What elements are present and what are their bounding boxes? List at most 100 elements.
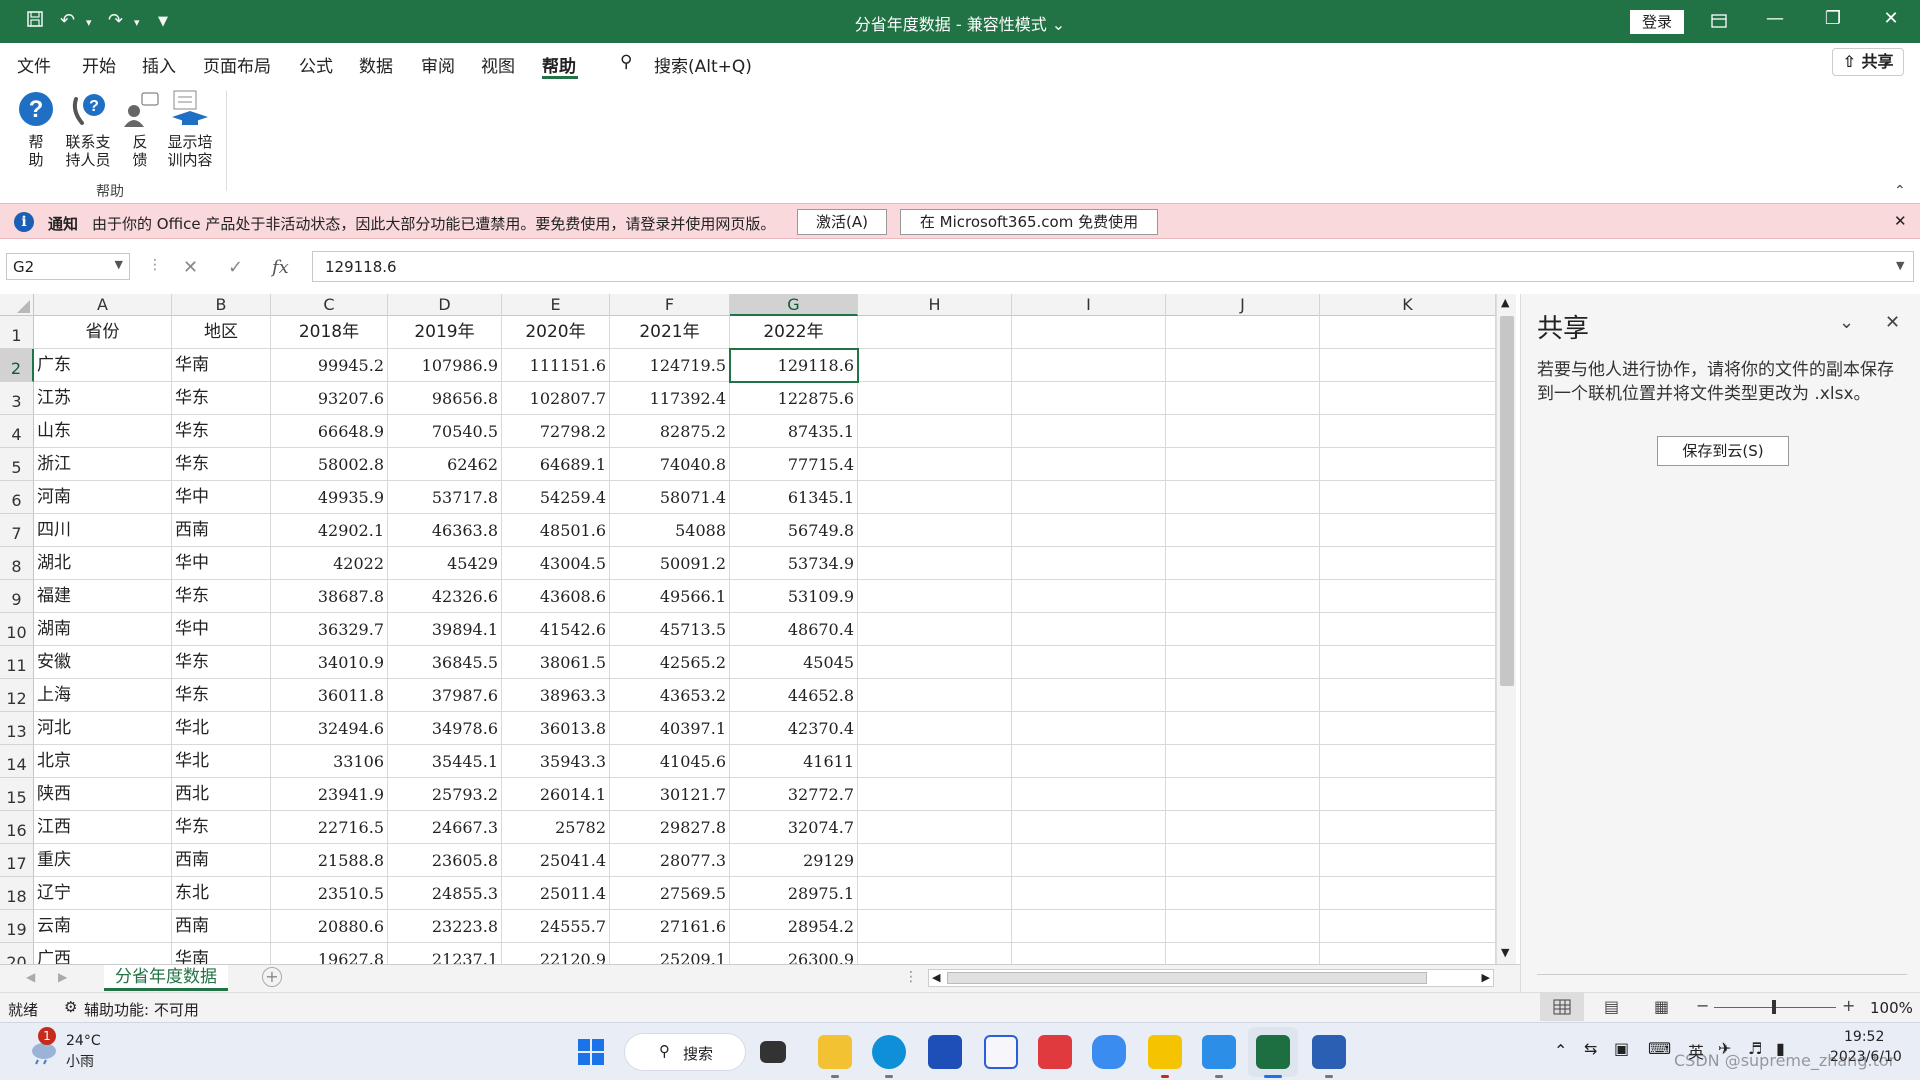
row-header-14[interactable]: 14: [0, 745, 34, 778]
tray-transfer-icon[interactable]: ⇆: [1584, 1039, 1597, 1058]
data-cell[interactable]: [1166, 910, 1320, 943]
data-cell[interactable]: 38687.8: [271, 580, 388, 613]
header-cell[interactable]: [1320, 316, 1496, 349]
data-cell[interactable]: [858, 811, 1012, 844]
data-cell[interactable]: 湖北: [34, 547, 172, 580]
data-cell[interactable]: 99945.2: [271, 349, 388, 382]
data-cell[interactable]: 28954.2: [730, 910, 858, 943]
data-cell[interactable]: [858, 646, 1012, 679]
data-cell[interactable]: 西南: [172, 514, 271, 547]
data-cell[interactable]: 北京: [34, 745, 172, 778]
data-cell[interactable]: 四川: [34, 514, 172, 547]
help-button[interactable]: ? 帮助: [14, 89, 58, 169]
tab-split-icon[interactable]: ⋮: [904, 969, 918, 985]
data-cell[interactable]: 27161.6: [610, 910, 730, 943]
data-cell[interactable]: 25209.1: [610, 943, 730, 964]
data-cell[interactable]: [1320, 811, 1496, 844]
feedback-button[interactable]: 反馈: [118, 89, 162, 169]
data-cell[interactable]: [1166, 415, 1320, 448]
row-header-17[interactable]: 17: [0, 844, 34, 877]
data-cell[interactable]: 22120.9: [502, 943, 610, 964]
free-use-button[interactable]: 在 Microsoft365.com 免费使用: [900, 209, 1158, 235]
data-cell[interactable]: 49935.9: [271, 481, 388, 514]
data-cell[interactable]: 62462: [388, 448, 502, 481]
taskbar-search[interactable]: ⚲ 搜索: [624, 1033, 746, 1071]
data-cell[interactable]: 30121.7: [610, 778, 730, 811]
keyboard-icon[interactable]: ⌨: [1648, 1039, 1671, 1058]
mail-app-icon[interactable]: [984, 1035, 1018, 1069]
data-cell[interactable]: 36011.8: [271, 679, 388, 712]
scroll-right-icon[interactable]: ▶: [1482, 971, 1490, 984]
tab-file[interactable]: 文件: [17, 52, 51, 77]
data-cell[interactable]: [1320, 844, 1496, 877]
data-cell[interactable]: [1320, 943, 1496, 964]
data-cell[interactable]: 华东: [172, 580, 271, 613]
data-cell[interactable]: 华东: [172, 448, 271, 481]
data-cell[interactable]: 41611: [730, 745, 858, 778]
data-cell[interactable]: [1320, 613, 1496, 646]
data-cell[interactable]: 华东: [172, 415, 271, 448]
data-cell[interactable]: 湖南: [34, 613, 172, 646]
data-cell[interactable]: 河北: [34, 712, 172, 745]
header-cell[interactable]: [1012, 316, 1166, 349]
close-pane-icon[interactable]: ✕: [1885, 312, 1900, 333]
zoom-out-icon[interactable]: −: [1696, 996, 1709, 1015]
data-cell[interactable]: 华东: [172, 646, 271, 679]
data-cell[interactable]: 58002.8: [271, 448, 388, 481]
insert-function-icon[interactable]: fx: [272, 257, 289, 278]
scroll-up-icon[interactable]: ▲: [1501, 296, 1509, 309]
data-cell[interactable]: 34010.9: [271, 646, 388, 679]
data-cell[interactable]: 111151.6: [502, 349, 610, 382]
column-header-a[interactable]: A: [34, 294, 172, 316]
save-to-cloud-button[interactable]: 保存到云(S): [1657, 436, 1789, 466]
header-cell[interactable]: 2022年: [730, 316, 858, 349]
clock-time[interactable]: 19:52: [1844, 1029, 1884, 1045]
data-cell[interactable]: 西北: [172, 778, 271, 811]
data-cell[interactable]: 华东: [172, 382, 271, 415]
data-cell[interactable]: 45713.5: [610, 613, 730, 646]
column-header-k[interactable]: K: [1320, 294, 1496, 316]
data-cell[interactable]: 38061.5: [502, 646, 610, 679]
enter-icon[interactable]: ✓: [228, 257, 243, 278]
data-cell[interactable]: 33106: [271, 745, 388, 778]
name-box[interactable]: G2 ▼: [6, 253, 130, 280]
row-header-13[interactable]: 13: [0, 712, 34, 745]
data-cell[interactable]: [1320, 910, 1496, 943]
row-header-12[interactable]: 12: [0, 679, 34, 712]
show-training-button[interactable]: 显示培 训内容: [164, 89, 216, 169]
start-button[interactable]: [574, 1035, 608, 1069]
data-cell[interactable]: [1320, 712, 1496, 745]
data-cell[interactable]: [1320, 349, 1496, 382]
data-cell[interactable]: [858, 679, 1012, 712]
data-cell[interactable]: [1320, 481, 1496, 514]
data-cell[interactable]: 26014.1: [502, 778, 610, 811]
data-cell[interactable]: [1166, 811, 1320, 844]
data-cell[interactable]: [858, 415, 1012, 448]
data-cell[interactable]: 36013.8: [502, 712, 610, 745]
data-cell[interactable]: [1320, 415, 1496, 448]
row-header-7[interactable]: 7: [0, 514, 34, 547]
data-cell[interactable]: 36845.5: [388, 646, 502, 679]
data-cell[interactable]: 江西: [34, 811, 172, 844]
column-header-b[interactable]: B: [172, 294, 271, 316]
tab-insert[interactable]: 插入: [142, 52, 176, 77]
data-cell[interactable]: 48501.6: [502, 514, 610, 547]
header-cell[interactable]: [1166, 316, 1320, 349]
data-cell[interactable]: 45429: [388, 547, 502, 580]
data-cell[interactable]: 41045.6: [610, 745, 730, 778]
tab-view[interactable]: 视图: [481, 52, 515, 77]
column-header-h[interactable]: H: [858, 294, 1012, 316]
excel-icon[interactable]: [1256, 1035, 1290, 1069]
data-cell[interactable]: 32074.7: [730, 811, 858, 844]
data-cell[interactable]: 西南: [172, 844, 271, 877]
spreadsheet-grid[interactable]: ABCDEFGHIJK 1 2 3 4 5 6 7 8 9 10 11 12 13 14 15 16 17 18 1…: [0, 294, 1496, 964]
data-cell[interactable]: 19627.8: [271, 943, 388, 964]
data-cell[interactable]: 107986.9: [388, 349, 502, 382]
data-cell[interactable]: [858, 349, 1012, 382]
expand-formula-icon[interactable]: ▼: [1896, 259, 1904, 272]
data-cell[interactable]: [858, 547, 1012, 580]
data-cell[interactable]: [1012, 778, 1166, 811]
data-cell[interactable]: 53717.8: [388, 481, 502, 514]
data-cell[interactable]: 72798.2: [502, 415, 610, 448]
data-cell[interactable]: 122875.6: [730, 382, 858, 415]
